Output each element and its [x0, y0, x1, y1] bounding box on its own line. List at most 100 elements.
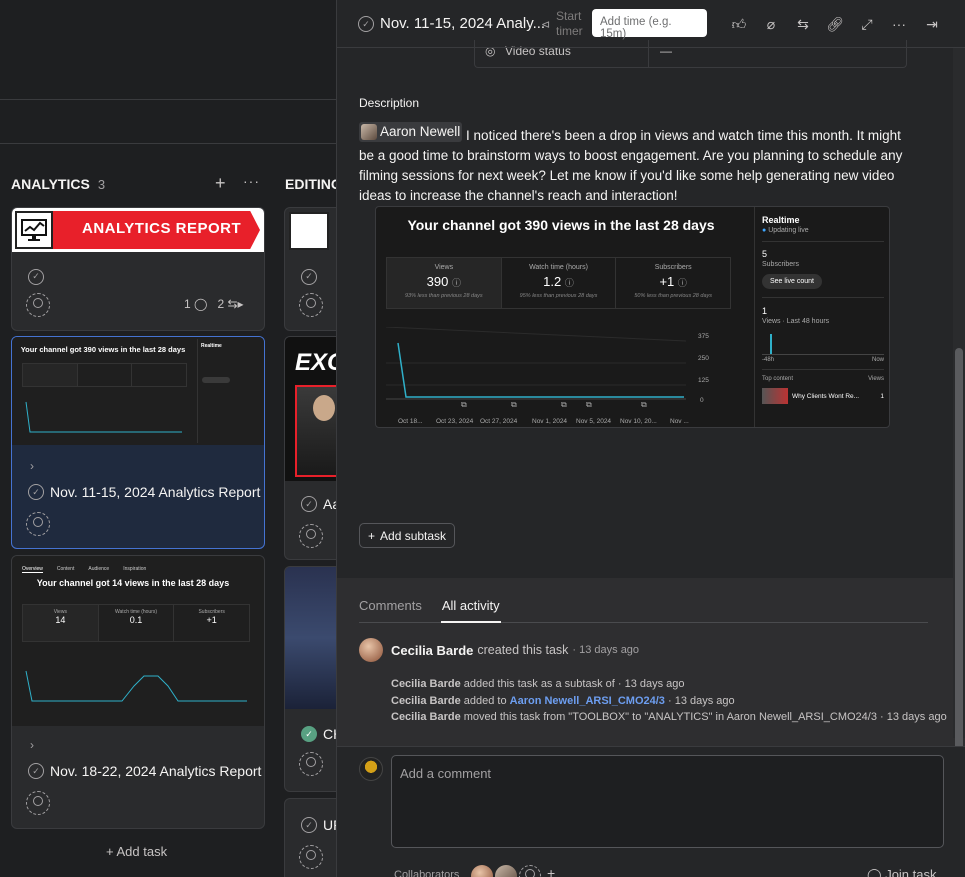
- avatar[interactable]: [359, 638, 383, 662]
- svg-text:⧉: ⧉: [511, 400, 517, 407]
- board-toolbar: [0, 0, 336, 100]
- task-card[interactable]: ✓ UP: [284, 798, 344, 877]
- preview-tabs: Overview Content Audience Inspiration: [22, 566, 147, 573]
- activity-line: Cecilia Barde added to Aaron Newell_ARSI…: [391, 694, 735, 707]
- card-cover: Overview Content Audience Inspiration Yo…: [12, 556, 264, 726]
- svg-text:⧉: ⧉: [461, 400, 467, 407]
- task-title[interactable]: ✓ Aa: [301, 496, 340, 512]
- activity-created: Cecilia Barde created this task · 13 day…: [359, 638, 639, 662]
- collaborators-list: +: [471, 865, 555, 877]
- completed-check-icon[interactable]: ✓: [301, 726, 317, 742]
- complete-check-icon[interactable]: ✓: [28, 763, 44, 779]
- expand-icon[interactable]: ⤢: [855, 12, 879, 36]
- complete-check-icon[interactable]: ✓: [301, 817, 317, 833]
- svg-text:⧉: ⧉: [641, 400, 647, 407]
- tab-all-activity[interactable]: All activity: [442, 598, 500, 621]
- more-options-icon[interactable]: ···: [887, 12, 911, 36]
- task-card[interactable]: ✓: [284, 207, 344, 331]
- card-cover: ANALYTICS REPORT: [12, 208, 264, 252]
- assignee-empty-icon[interactable]: [299, 752, 323, 776]
- assignee-empty-icon[interactable]: [299, 845, 323, 869]
- task-detail-panel: ◎ Video status — ✓ Nov. 11-15, 2024 Anal…: [336, 0, 965, 877]
- assignee-empty-icon[interactable]: [299, 524, 323, 548]
- add-column-task-icon[interactable]: +: [215, 173, 226, 194]
- comment-input[interactable]: Add a comment: [391, 755, 944, 848]
- task-title-text: Nov. 11-15, 2024 Analytics Report: [50, 484, 261, 500]
- collaborators-label: Collaborators: [394, 869, 460, 877]
- subtask-icon[interactable]: ⇆: [791, 12, 815, 36]
- svg-text:⧉: ⧉: [561, 400, 567, 407]
- close-panel-icon[interactable]: ⇥: [920, 12, 944, 36]
- current-user-avatar: [359, 757, 383, 781]
- task-title[interactable]: ✓ Nov. 11-15, 2024 Analytics Report: [28, 484, 260, 500]
- expand-chevron-icon[interactable]: ›: [30, 738, 34, 752]
- board-filter-bar: [0, 100, 336, 144]
- add-task-button[interactable]: + Add task: [106, 844, 167, 859]
- banner-text: ANALYTICS REPORT: [82, 220, 242, 237]
- join-task-button[interactable]: ◯ Join task: [867, 867, 937, 877]
- embed-realtime: Realtime ● Updating live 5 Subscribers S…: [762, 215, 884, 404]
- complete-check-icon[interactable]: ✓: [28, 268, 44, 285]
- complete-check-icon[interactable]: ✓: [301, 496, 317, 512]
- editing-monitor-icon: [289, 212, 329, 250]
- attachment-icon[interactable]: ⌀: [759, 12, 783, 36]
- embedded-analytics-image[interactable]: Your channel got 390 views in the last 2…: [375, 206, 890, 428]
- assignee-empty-icon[interactable]: [26, 791, 50, 815]
- column-header-analytics: ANALYTICS 3: [11, 176, 105, 192]
- tab-comments[interactable]: Comments: [359, 598, 422, 621]
- card-meta: 1 ◯ 2 ⇆▸: [184, 297, 244, 311]
- complete-check-icon[interactable]: ✓: [301, 268, 317, 285]
- add-collaborator-icon[interactable]: [519, 865, 541, 877]
- column-title: EDITING: [285, 176, 342, 192]
- mention-avatar: [361, 124, 377, 140]
- comment-area: Add a comment Collaborators + ◯ Join tas…: [337, 746, 965, 877]
- panel-header: ✓ Nov. 11-15, 2024 Analy... ⊲ Start time…: [337, 0, 965, 48]
- subtask-count: 2: [217, 297, 225, 311]
- assignee-empty-icon[interactable]: [26, 293, 50, 317]
- task-card[interactable]: ANALYTICS REPORT ✓ 1 ◯ 2 ⇆▸: [11, 207, 265, 331]
- complete-check-icon[interactable]: ✓: [28, 484, 44, 500]
- task-title[interactable]: ✓ Nov. 18-22, 2024 Analytics Report: [28, 763, 261, 779]
- svg-text:⧉: ⧉: [586, 400, 592, 407]
- description-text[interactable]: Aaron Newell I noticed there's been a dr…: [359, 122, 904, 206]
- column-title: ANALYTICS: [11, 176, 90, 192]
- column-header-editing: EDITING: [285, 176, 342, 192]
- bell-icon: ◯: [867, 867, 882, 877]
- task-card[interactable]: Overview Content Audience Inspiration Yo…: [11, 555, 265, 829]
- timer-icon[interactable]: ⊲: [541, 18, 550, 31]
- start-timer-button[interactable]: Start timer: [556, 9, 590, 39]
- avatar[interactable]: [495, 865, 517, 877]
- embed-title: Your channel got 390 views in the last 2…: [407, 217, 715, 233]
- plus-icon: +: [368, 528, 376, 543]
- add-time-input[interactable]: Add time (e.g. 15m): [592, 9, 707, 40]
- complete-check-icon[interactable]: ✓: [358, 16, 374, 32]
- assignee-empty-icon[interactable]: [299, 293, 323, 317]
- project-link[interactable]: Aaron Newell_ARSI_CMO24/3: [510, 695, 665, 707]
- panel-task-title[interactable]: Nov. 11-15, 2024 Analy...: [380, 15, 545, 32]
- preview-title: Your channel got 390 views in the last 2…: [20, 345, 186, 354]
- expand-chevron-icon[interactable]: ›: [30, 459, 34, 473]
- task-card[interactable]: ✓ CH: [284, 566, 344, 792]
- column-more-icon[interactable]: ···: [243, 173, 260, 189]
- link-icon[interactable]: 🔗︎: [823, 12, 847, 36]
- like-icon[interactable]: 👍︎: [727, 12, 751, 36]
- comment-count: 1: [184, 297, 191, 311]
- description-label: Description: [359, 96, 420, 110]
- activity-log: Cecilia Barde added this task as a subta…: [391, 676, 947, 726]
- mention-chip[interactable]: Aaron Newell: [359, 122, 463, 142]
- card-cover: Your channel got 390 views in the last 2…: [12, 337, 264, 445]
- assignee-empty-icon[interactable]: [26, 512, 50, 536]
- avatar[interactable]: [471, 865, 493, 877]
- panel-scrollbar[interactable]: [953, 48, 965, 778]
- task-title-text: Nov. 18-22, 2024 Analytics Report: [50, 763, 262, 779]
- plus-icon[interactable]: +: [547, 865, 555, 877]
- embed-stats: Views 390 ⓘ 93% less than previous 28 days…: [386, 257, 731, 309]
- comment-icon: ◯: [194, 297, 208, 311]
- task-card[interactable]: EXC ✓ Aa: [284, 336, 344, 560]
- activity-line: Cecilia Barde moved this task from "TOOL…: [391, 711, 947, 723]
- subtask-icon: ⇆▸: [227, 297, 244, 311]
- add-subtask-button[interactable]: + Add subtask: [359, 523, 456, 548]
- activity-section: Comments All activity Cecilia Barde crea…: [337, 578, 965, 746]
- analytics-monitor-icon: [15, 211, 53, 249]
- task-card-selected[interactable]: Your channel got 390 views in the last 2…: [11, 336, 265, 549]
